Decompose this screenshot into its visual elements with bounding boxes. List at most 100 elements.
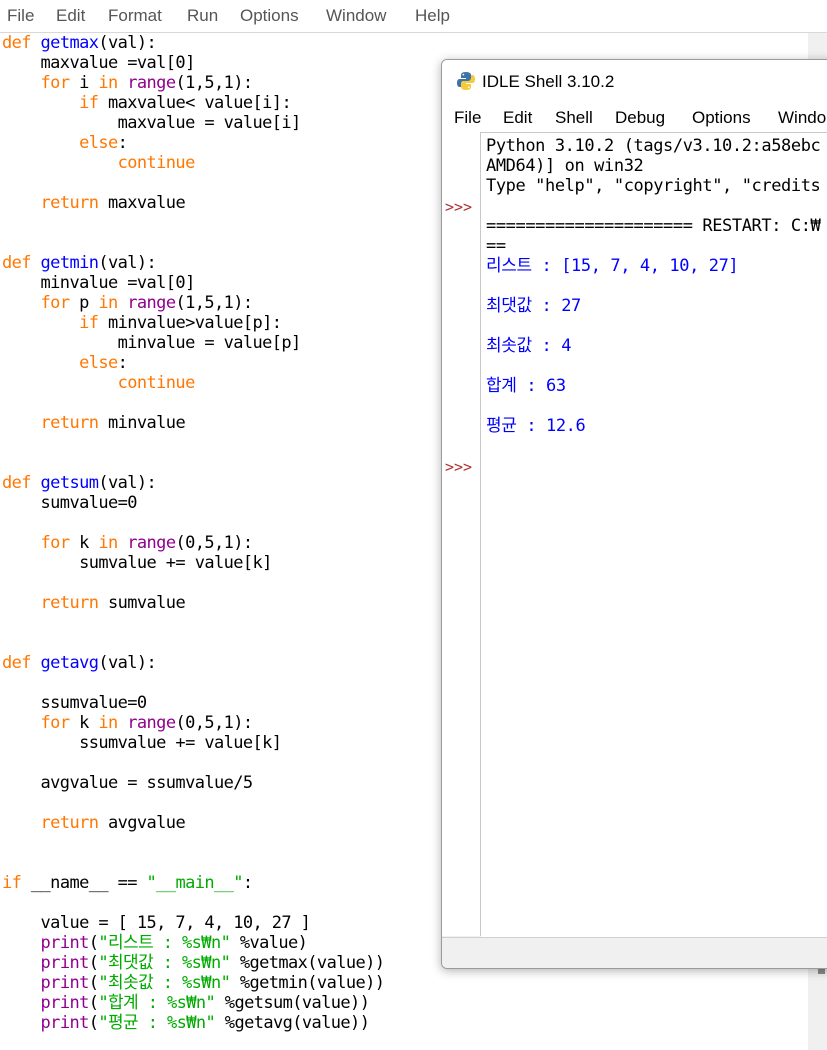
- code-line: def getmin(val):: [2, 253, 157, 273]
- code-token: continue: [117, 153, 196, 173]
- shell-menu-edit[interactable]: Edit: [503, 108, 532, 128]
- code-line: for k in range(0,5,1):: [2, 713, 254, 733]
- output-line: 최댓값 : 27: [486, 296, 581, 316]
- code-line: maxvalue = value[i]: [2, 113, 302, 133]
- code-token: (val):: [98, 253, 157, 273]
- code-token: range: [127, 73, 176, 93]
- shell-menu-file[interactable]: File: [454, 108, 481, 128]
- shell-menu-debug[interactable]: Debug: [615, 108, 665, 128]
- menu-run[interactable]: Run: [187, 6, 218, 26]
- code-token: minvalue: [98, 413, 186, 433]
- code-token: if: [79, 93, 99, 113]
- code-token: "평균 : %s₩n": [98, 1013, 216, 1033]
- code-token: k: [69, 533, 99, 553]
- idle-shell-window[interactable]: IDLE Shell 3.10.2 File Edit Shell Debug …: [441, 59, 827, 969]
- code-token: return: [40, 813, 99, 833]
- code-token: %getmax(value)): [230, 953, 385, 973]
- code-token: (0,5,1):: [175, 713, 253, 733]
- code-token: "합계 : %s₩n": [98, 993, 216, 1013]
- menu-edit[interactable]: Edit: [56, 6, 85, 26]
- python-icon: [457, 72, 475, 90]
- code-token: (: [88, 953, 99, 973]
- output-line: 리스트 : [15, 7, 4, 10, 27]: [486, 256, 739, 276]
- code-line: minvalue =val[0]: [2, 273, 196, 293]
- code-line: continue: [2, 153, 196, 173]
- banner-line: Python 3.10.2 (tags/v3.10.2:a58ebc: [486, 136, 821, 156]
- output-line: 합계 : 63: [486, 376, 566, 396]
- code-token: return: [40, 593, 99, 613]
- code-line: for p in range(1,5,1):: [2, 293, 254, 313]
- code-token: return: [40, 413, 99, 433]
- menu-format[interactable]: Format: [108, 6, 162, 26]
- code-line: value = [ 15, 7, 4, 10, 27 ]: [2, 913, 311, 933]
- code-line: sumvalue=0: [2, 493, 138, 513]
- code-line: print("평균 : %s₩n" %getavg(value)): [2, 1013, 370, 1033]
- code-line: print("합계 : %s₩n" %getsum(value)): [2, 993, 370, 1013]
- code-token: (: [88, 1013, 99, 1033]
- menu-help[interactable]: Help: [415, 6, 450, 26]
- menu-options[interactable]: Options: [240, 6, 299, 26]
- code-token: def: [2, 253, 32, 273]
- code-token: print: [40, 1013, 90, 1033]
- code-line: else:: [2, 133, 128, 153]
- code-line: minvalue = value[p]: [2, 333, 302, 353]
- code-line: avgvalue = ssumvalue/5: [2, 773, 254, 793]
- code-token: print: [40, 973, 90, 993]
- code-line: return avgvalue: [2, 813, 186, 833]
- function-name: getsum: [40, 473, 99, 493]
- code-line: def getavg(val):: [2, 653, 157, 673]
- code-token: (1,5,1):: [175, 73, 253, 93]
- shell-menu-shell[interactable]: Shell: [555, 108, 593, 128]
- restart-line: ===================== RESTART: C:₩: [486, 216, 821, 236]
- code-line: ssumvalue += value[k]: [2, 733, 282, 753]
- code-line: sumvalue += value[k]: [2, 553, 272, 573]
- code-token: continue: [117, 373, 196, 393]
- code-token: (1,5,1):: [175, 293, 253, 313]
- code-token: (: [88, 933, 99, 953]
- shell-output-area[interactable]: Python 3.10.2 (tags/v3.10.2:a58ebc AMD64…: [481, 132, 827, 937]
- code-line: ssumvalue=0: [2, 693, 148, 713]
- shell-titlebar[interactable]: IDLE Shell 3.10.2: [442, 60, 827, 102]
- menu-file[interactable]: File: [7, 6, 34, 26]
- code-line: print("최솟값 : %s₩n" %getmin(value)): [2, 973, 385, 993]
- menu-window[interactable]: Window: [326, 6, 386, 26]
- code-token: range: [127, 533, 176, 553]
- shell-menu-options[interactable]: Options: [692, 108, 751, 128]
- banner-line: Type "help", "copyright", "credits: [486, 176, 821, 196]
- banner-line: AMD64)] on win32: [486, 156, 644, 176]
- code-token: (val):: [98, 473, 157, 493]
- code-token: k: [69, 713, 99, 733]
- editor-menubar: File Edit Format Run Options Window Help: [0, 0, 827, 33]
- code-token: :: [117, 353, 128, 373]
- code-token: (val):: [98, 653, 157, 673]
- output-line: 최솟값 : 4: [486, 336, 572, 356]
- code-token: :: [242, 873, 253, 893]
- code-token: (: [88, 993, 99, 1013]
- code-token: avgvalue: [98, 813, 186, 833]
- code-token: print: [40, 933, 90, 953]
- shell-menu-window[interactable]: Windo: [778, 108, 826, 128]
- shell-prompt: >>>: [445, 198, 473, 216]
- code-token: return: [40, 193, 99, 213]
- code-line: else:: [2, 353, 128, 373]
- code-token: for: [40, 293, 71, 313]
- code-line: return minvalue: [2, 413, 186, 433]
- code-line: return sumvalue: [2, 593, 186, 613]
- code-line: if minvalue>value[p]:: [2, 313, 282, 333]
